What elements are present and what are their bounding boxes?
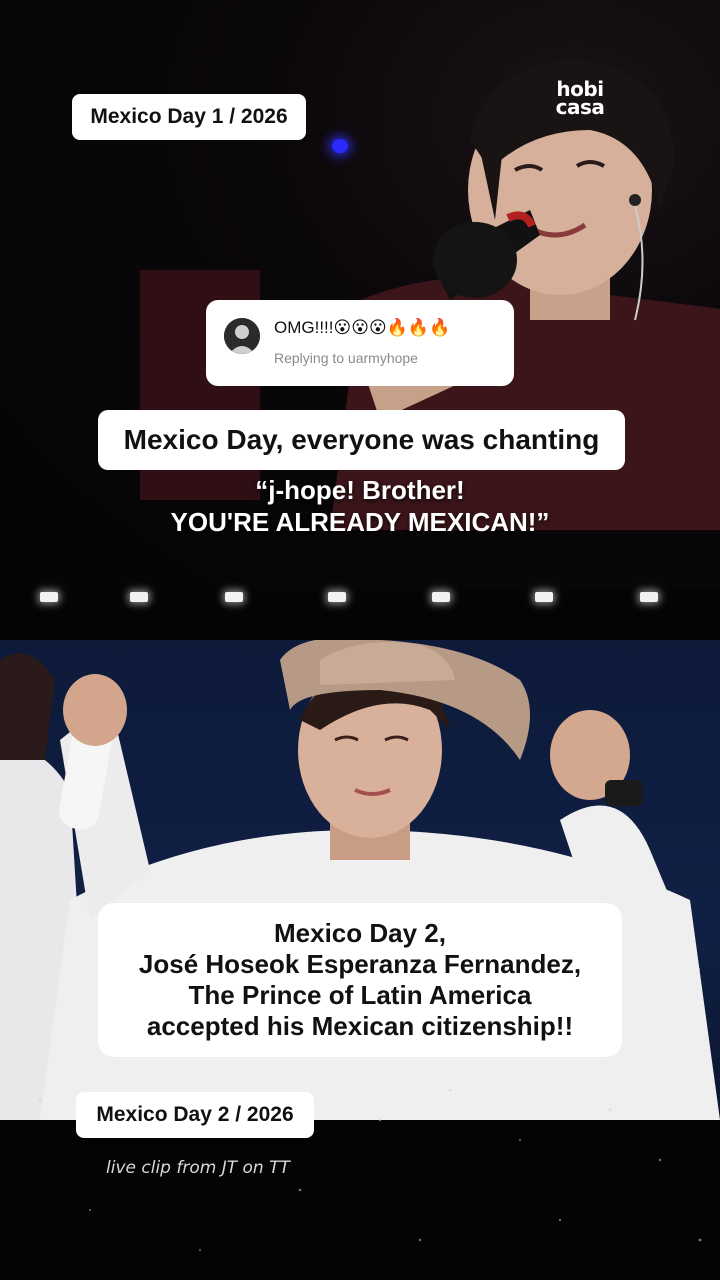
stage-lights-row	[0, 592, 720, 632]
stage-light	[328, 592, 346, 602]
citizenship-caption: Mexico Day 2, José Hoseok Esperanza Fern…	[98, 903, 622, 1057]
clip-credit: live clip from JT on TT	[106, 1158, 290, 1178]
stage-light	[40, 592, 58, 602]
stage-light	[225, 592, 243, 602]
chant-quote: “j-hope! Brother! YOU'RE ALREADY MEXICAN…	[100, 474, 620, 538]
stage-light	[432, 592, 450, 602]
day2-date-tag: Mexico Day 2 / 2026	[76, 1092, 314, 1138]
citizenship-line1: Mexico Day 2,	[274, 918, 446, 948]
citizenship-line2: José Hoseok Esperanza Fernandez,	[138, 949, 582, 979]
reply-comment-card[interactable]: OMG!!!!😮😮😮🔥🔥🔥 Replying to uarmyhope	[206, 300, 514, 386]
chanting-banner: Mexico Day, everyone was chanting	[98, 410, 625, 470]
hobicasa-logo: hobi casa	[548, 79, 612, 119]
logo-line2: casa	[555, 95, 605, 119]
stage-light	[535, 592, 553, 602]
stage-light	[130, 592, 148, 602]
stage-light	[640, 592, 658, 602]
citizenship-line4: accepted his Mexican citizenship!!	[146, 1011, 574, 1041]
quote-line1: “j-hope! Brother!	[255, 475, 465, 505]
quote-line2: YOU'RE ALREADY MEXICAN!”	[170, 507, 550, 537]
day1-date-tag: Mexico Day 1 / 2026	[72, 94, 306, 140]
stage-light-dot	[332, 139, 348, 153]
replying-to-text: Replying to uarmyhope	[274, 350, 418, 366]
user-avatar-icon	[224, 318, 260, 354]
reply-comment-text: OMG!!!!😮😮😮🔥🔥🔥	[274, 318, 451, 337]
citizenship-line3: The Prince of Latin America	[188, 980, 532, 1010]
video-frame: hobi casa Mexico Day 1 / 2026 OMG!!!!😮😮😮…	[0, 0, 720, 1280]
